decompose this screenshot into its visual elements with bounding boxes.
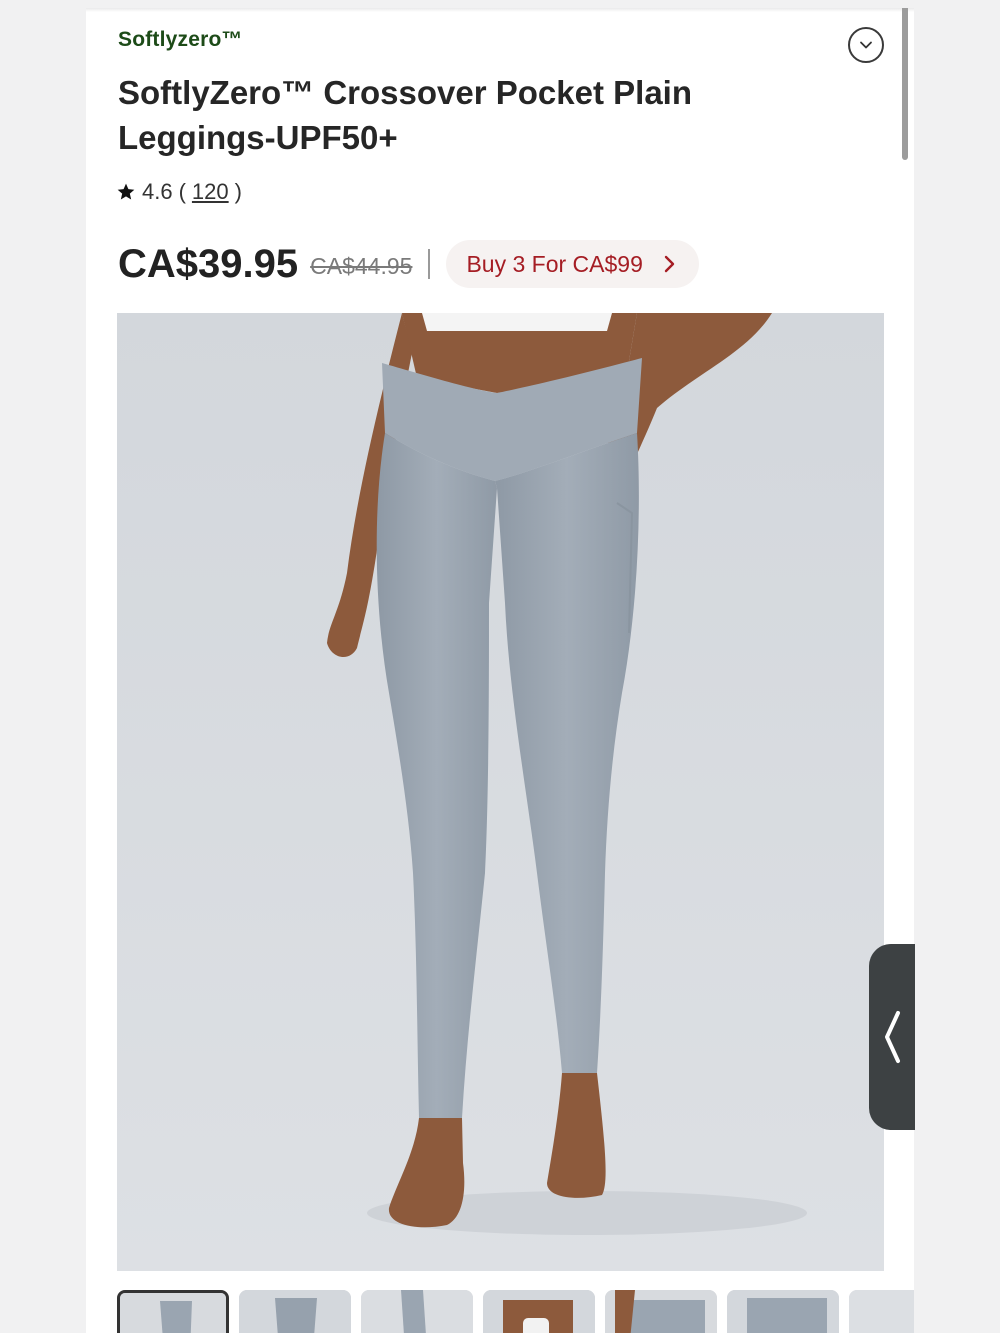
chevron-left-icon <box>885 1011 900 1063</box>
reviews-open-paren: ( <box>178 179 186 204</box>
product-page: Softlyzero™ SoftlyZero™ Crossover Pocket… <box>86 8 914 1333</box>
chevron-right-icon <box>664 255 675 273</box>
promo-label: Buy 3 For CA$99 <box>466 250 643 277</box>
thumbnail-strip <box>117 1290 914 1333</box>
thumbnail-4[interactable] <box>483 1290 595 1333</box>
side-drawer-tab[interactable] <box>869 944 915 1130</box>
thumbnail-3[interactable] <box>361 1290 473 1333</box>
star-icon <box>117 183 135 200</box>
reviews-close-paren: ) <box>234 179 242 204</box>
original-price: CA$44.95 <box>310 252 413 279</box>
thumbnail-7[interactable] <box>849 1290 914 1333</box>
scrollbar[interactable] <box>902 8 908 160</box>
chevron-down-icon <box>860 41 872 49</box>
leggings-photo <box>117 313 884 1271</box>
thumbnail-5[interactable] <box>605 1290 717 1333</box>
price-divider <box>428 249 431 279</box>
thumbnail-2[interactable] <box>239 1290 351 1333</box>
rating-summary: 4.6 ( 120 ) <box>116 178 242 206</box>
current-price: CA$39.95 <box>118 241 299 286</box>
bundle-promo-button[interactable]: Buy 3 For CA$99 <box>446 240 699 288</box>
price-row: CA$39.95 CA$44.95 Buy 3 For CA$99 <box>118 236 699 292</box>
rating-value: 4.6 <box>142 179 173 204</box>
product-title: SoftlyZero™ Crossover Pocket Plain Leggi… <box>118 74 693 156</box>
thumbnail-1[interactable] <box>117 1290 229 1333</box>
collapse-button[interactable] <box>848 27 884 63</box>
reviews-count-link[interactable]: 120 <box>192 179 229 205</box>
thumbnail-6[interactable] <box>727 1290 839 1333</box>
product-main-image[interactable] <box>117 313 884 1271</box>
brand-name[interactable]: Softlyzero™ <box>118 28 243 52</box>
header-shadow <box>86 8 914 12</box>
